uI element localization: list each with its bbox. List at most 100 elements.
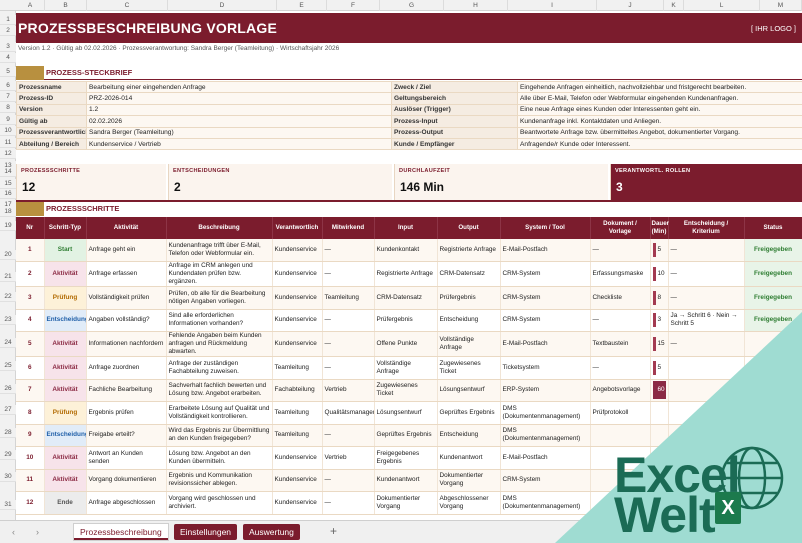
step-in-cell[interactable]: Dokumentierter Vorgang — [374, 491, 438, 515]
table-row[interactable]: 7 Aktivität Fachliche Bearbeitung Sachverha… — [16, 379, 802, 402]
step-akt-cell[interactable]: Freigabe erteilt? — [86, 424, 167, 447]
step-in-cell[interactable]: CRM-Datensatz — [374, 286, 438, 310]
step-nr-cell[interactable]: 1 — [16, 239, 45, 262]
step-typ-cell[interactable]: Aktivität — [44, 261, 87, 287]
step-beschr-cell[interactable]: Anfrage der zuständigen Fachabteilung zu… — [166, 356, 273, 380]
column-header[interactable]: A — [16, 0, 45, 11]
step-beschr-cell[interactable]: Ergebnis und Kommunikation revisionssich… — [166, 469, 273, 492]
step-sys-cell[interactable]: CRM-System — [500, 286, 591, 310]
step-out-cell[interactable]: Vollständige Anfrage — [437, 331, 501, 357]
step-dauer-cell[interactable]: 8 — [650, 286, 669, 310]
step-beschr-cell[interactable]: Lösung bzw. Angebot an den Kunden übermi… — [166, 446, 273, 470]
step-mit-cell[interactable]: — — [322, 261, 375, 287]
step-mit-cell[interactable]: — — [322, 309, 375, 332]
step-dok-cell[interactable]: Erfassungsmaske — [590, 261, 651, 287]
row-header[interactable]: 28 — [0, 428, 16, 438]
row-header[interactable]: 2 — [0, 26, 16, 36]
step-dok-cell[interactable]: Textbaustein — [590, 331, 651, 357]
row-header[interactable]: 22 — [0, 292, 16, 302]
table-row[interactable]: 5 Aktivität Informationen nachfordern Fehle… — [16, 331, 802, 357]
step-nr-cell[interactable]: 3 — [16, 286, 45, 310]
step-beschr-cell[interactable]: Sind alle erforderlichen Informationen v… — [166, 309, 273, 332]
step-ver-cell[interactable]: Fachabteilung — [272, 379, 323, 402]
step-dauer-cell[interactable] — [650, 424, 669, 447]
info-value[interactable]: Bearbeitung einer eingehenden Anfrage — [86, 80, 392, 94]
step-status-cell[interactable] — [744, 424, 802, 447]
step-typ-cell[interactable]: Entscheidung — [44, 424, 87, 447]
step-ver-cell[interactable]: Kundenservice — [272, 469, 323, 492]
step-ent-cell[interactable] — [668, 401, 745, 425]
step-dok-cell[interactable]: Angebotsvorlage — [590, 379, 651, 402]
info-key[interactable]: Prozess-ID — [16, 92, 87, 105]
row-header[interactable]: 3 — [0, 42, 16, 52]
step-in-cell[interactable]: Prüfergebnis — [374, 309, 438, 332]
row-header[interactable]: 23 — [0, 315, 16, 325]
step-ver-cell[interactable]: Kundenservice — [272, 331, 323, 357]
row-header[interactable]: 25 — [0, 361, 16, 371]
step-ent-cell[interactable] — [668, 379, 745, 402]
step-dok-cell[interactable]: Prüfprotokoll — [590, 401, 651, 425]
info-value[interactable]: Beantwortete Anfrage bzw. übermitteltes … — [517, 126, 802, 139]
step-dok-cell[interactable]: — — [590, 309, 651, 332]
step-akt-cell[interactable]: Vollständigkeit prüfen — [86, 286, 167, 310]
column-header[interactable]: J — [597, 0, 664, 11]
info-value[interactable]: 1.2 — [86, 103, 392, 117]
step-nr-cell[interactable]: 8 — [16, 401, 45, 425]
step-typ-cell[interactable]: Ende — [44, 491, 87, 515]
step-typ-cell[interactable]: Aktivität — [44, 331, 87, 357]
step-nr-cell[interactable]: 5 — [16, 331, 45, 357]
table-row[interactable]: 9 Entscheidung Freigabe erteilt? Wird das E… — [16, 424, 802, 447]
step-in-cell[interactable]: Geprüftes Ergebnis — [374, 424, 438, 447]
step-typ-cell[interactable]: Aktivität — [44, 469, 87, 492]
step-typ-cell[interactable]: Aktivität — [44, 356, 87, 380]
step-out-cell[interactable]: Lösungsentwurf — [437, 379, 501, 402]
row-header[interactable]: 14 — [0, 167, 16, 177]
step-status-cell[interactable] — [744, 356, 802, 380]
row-header[interactable]: 21 — [0, 272, 16, 282]
column-header[interactable]: I — [508, 0, 597, 11]
info-key[interactable]: Geltungsbereich — [391, 92, 518, 105]
step-ver-cell[interactable]: Teamleitung — [272, 356, 323, 380]
table-row[interactable]: 1 Start Anfrage geht ein Kundenanfrage trif… — [16, 239, 802, 262]
step-typ-cell[interactable]: Aktivität — [44, 446, 87, 470]
step-ver-cell[interactable]: Kundenservice — [272, 261, 323, 287]
step-sys-cell[interactable]: DMS (Dokumentenmanagement) — [500, 401, 591, 425]
info-key[interactable]: Prozess-Input — [391, 115, 518, 128]
step-ver-cell[interactable]: Kundenservice — [272, 286, 323, 310]
step-akt-cell[interactable]: Fachliche Bearbeitung — [86, 379, 167, 402]
step-status-cell[interactable]: Freigegeben — [744, 286, 802, 310]
step-status-cell[interactable] — [744, 491, 802, 515]
step-status-cell[interactable]: Freigegeben — [744, 309, 802, 332]
row-header[interactable]: 9 — [0, 115, 16, 125]
step-akt-cell[interactable]: Antwort an Kunden senden — [86, 446, 167, 470]
step-ver-cell[interactable]: Kundenservice — [272, 239, 323, 262]
step-in-cell[interactable]: Registrierte Anfrage — [374, 261, 438, 287]
step-status-cell[interactable] — [744, 379, 802, 402]
column-header[interactable]: L — [684, 0, 760, 11]
tab-auswertung[interactable]: Auswertung — [243, 524, 300, 540]
row-header[interactable]: 18 — [0, 207, 16, 217]
row-header[interactable]: 10 — [0, 126, 16, 136]
step-akt-cell[interactable]: Anfrage geht ein — [86, 239, 167, 262]
step-dauer-cell[interactable]: 3 — [650, 309, 669, 332]
step-akt-cell[interactable]: Anfrage abgeschlossen — [86, 491, 167, 515]
info-key[interactable]: Prozess-Output — [391, 126, 518, 139]
step-out-cell[interactable]: Kundenantwort — [437, 446, 501, 470]
info-key[interactable]: Gültig ab — [16, 115, 87, 128]
step-sys-cell[interactable]: E-Mail-Postfach — [500, 239, 591, 262]
step-ent-cell[interactable] — [668, 424, 745, 447]
column-header[interactable]: D — [168, 0, 277, 11]
step-in-cell[interactable]: Vollständige Anfrage — [374, 356, 438, 380]
step-in-cell[interactable]: Zugewiesenes Ticket — [374, 379, 438, 402]
info-key[interactable]: Abteilung / Bereich — [16, 137, 87, 151]
step-ent-cell[interactable]: — — [668, 239, 745, 262]
info-value[interactable]: Eingehende Anfragen einheitlich, nachvol… — [517, 80, 802, 94]
row-header[interactable]: 7 — [0, 92, 16, 102]
step-dauer-cell[interactable]: 15 — [650, 331, 669, 357]
column-header[interactable]: K — [664, 0, 684, 11]
nav-prev-icon[interactable]: ‹ — [12, 527, 15, 537]
step-status-cell[interactable] — [744, 331, 802, 357]
table-row[interactable]: 2 Aktivität Anfrage erfassen Anfrage im CRM… — [16, 261, 802, 287]
step-sys-cell[interactable]: E-Mail-Postfach — [500, 446, 591, 470]
tab-prozessbeschreibung[interactable]: Prozessbeschreibung — [74, 524, 168, 540]
